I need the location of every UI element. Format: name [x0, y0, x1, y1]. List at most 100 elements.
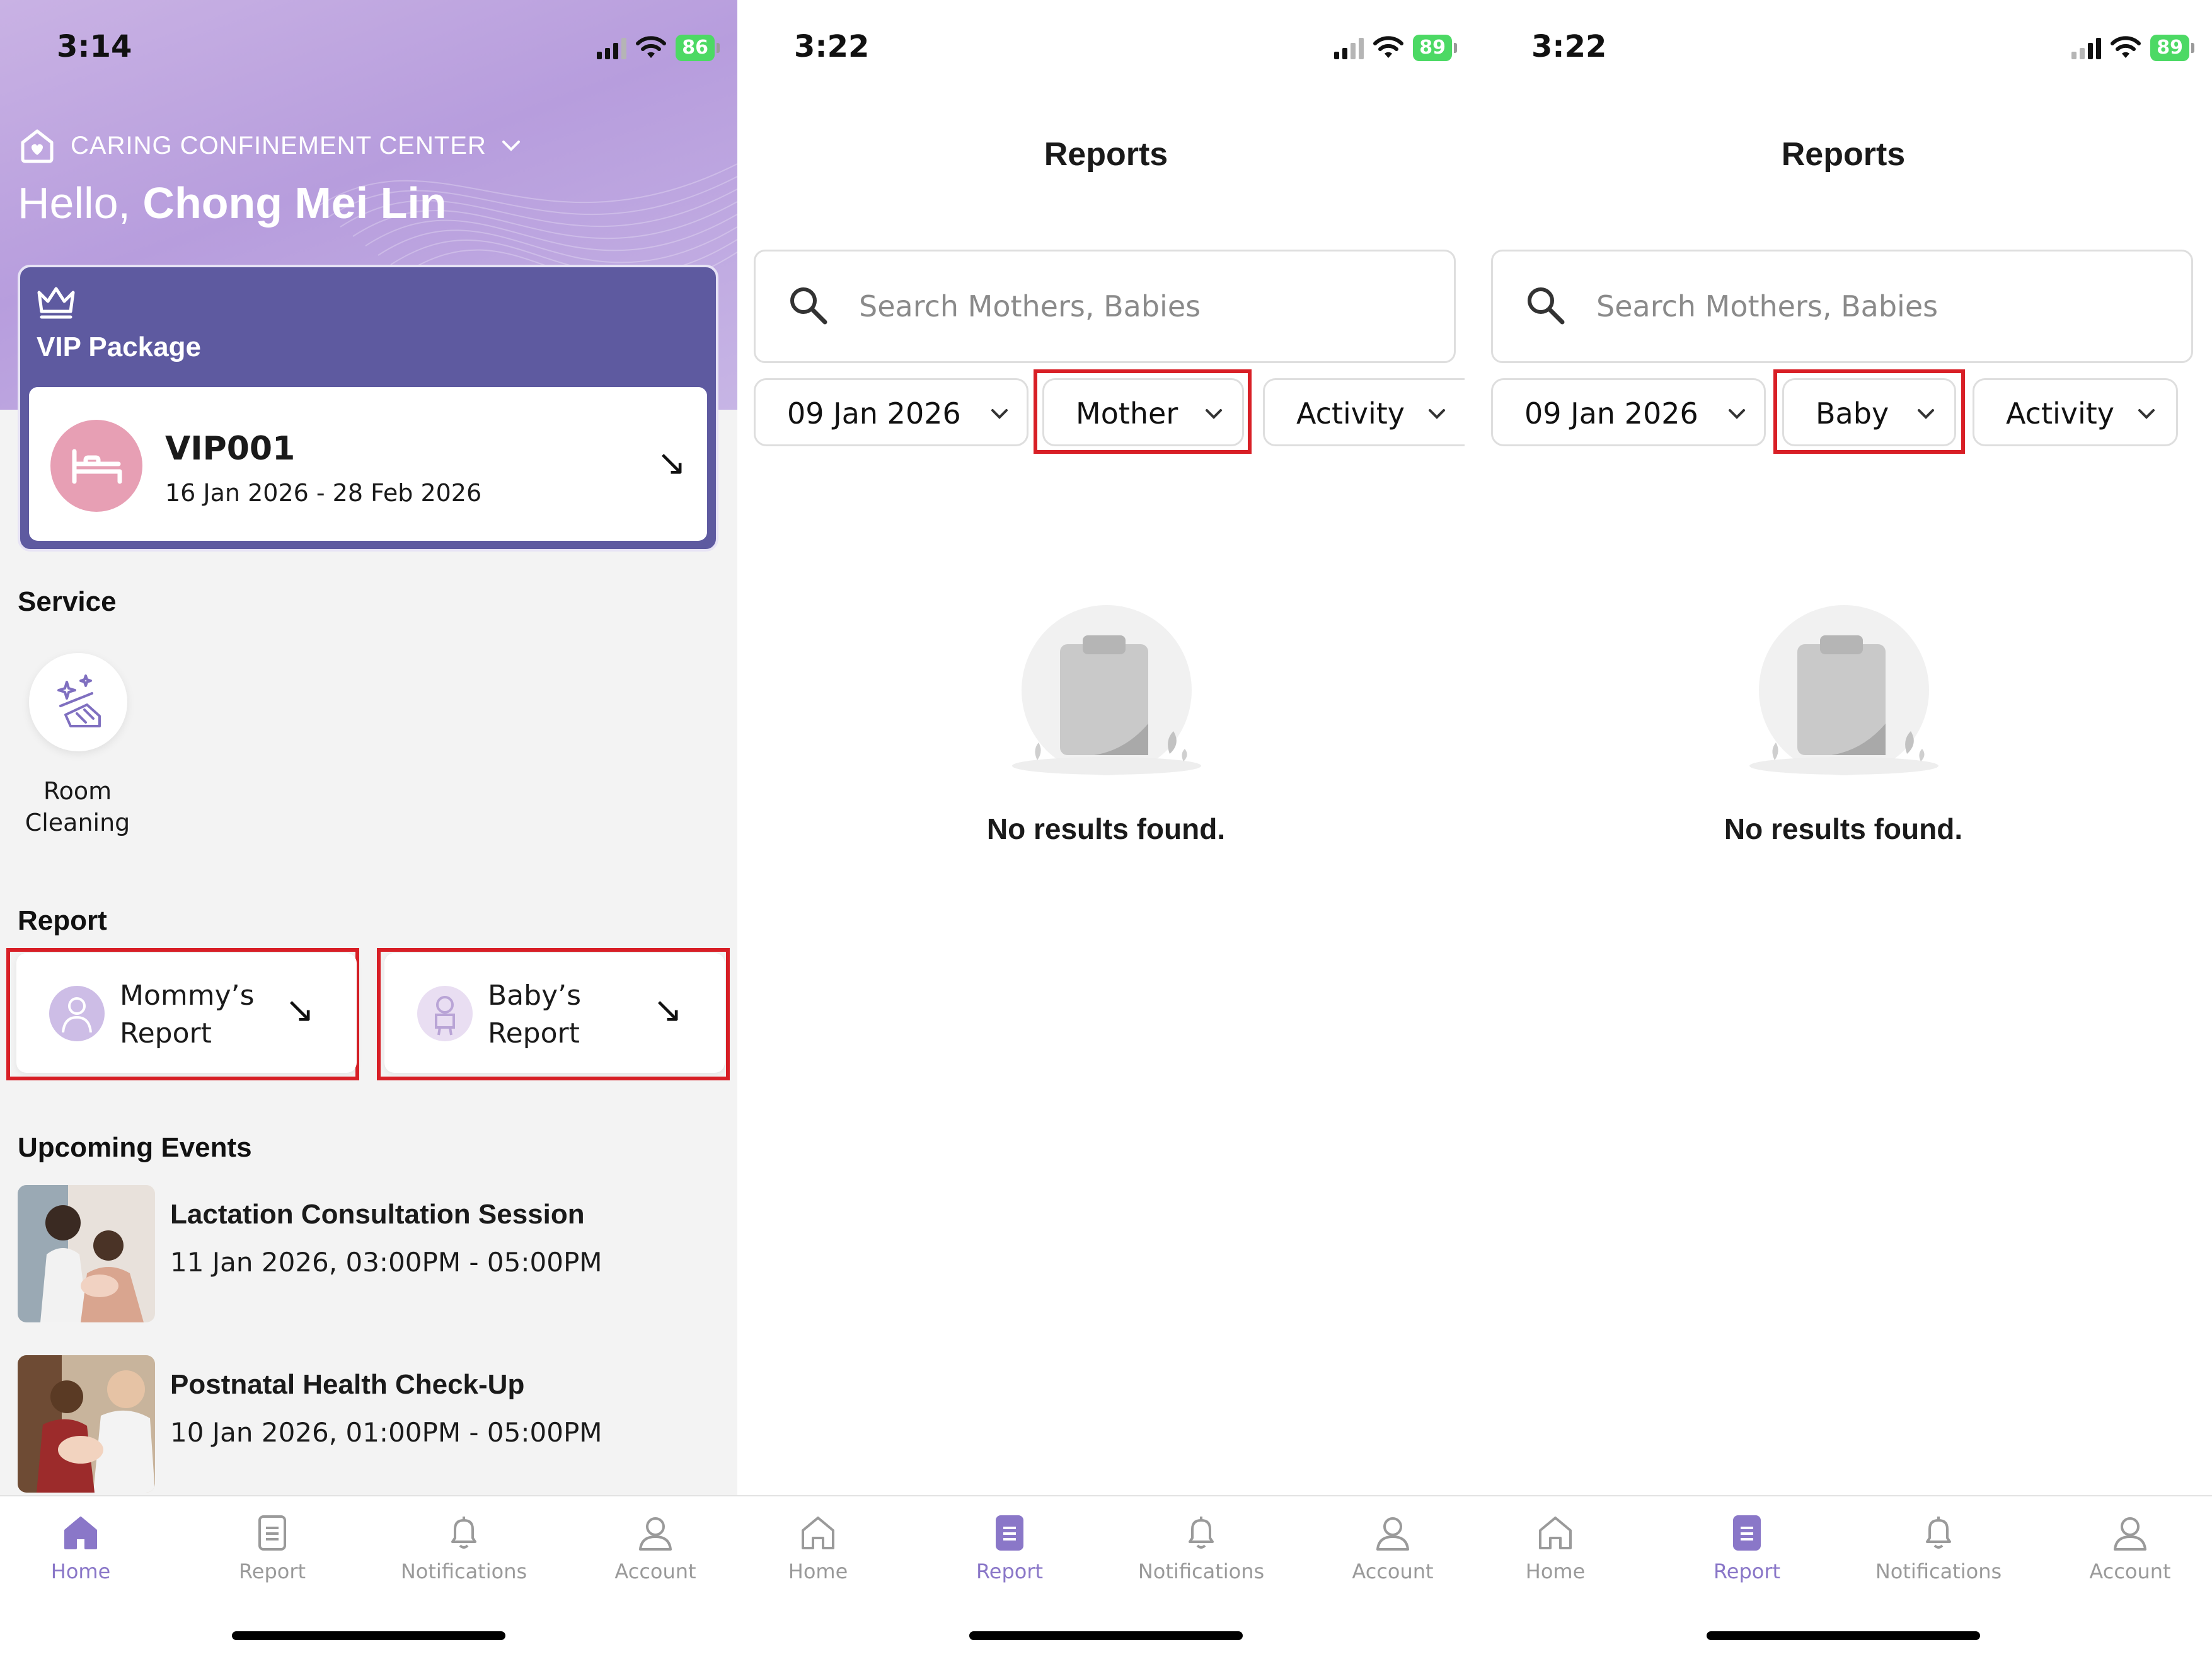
nav-home[interactable]: Home	[749, 1513, 887, 1583]
room-cleaning-button[interactable]	[29, 653, 127, 751]
center-selector[interactable]: CARING CONFINEMENT CENTER	[18, 126, 522, 165]
greeting-text: Hello,	[18, 178, 130, 228]
signal-icon	[597, 37, 627, 59]
status-time: 3:22	[1531, 29, 1607, 64]
status-time: 3:22	[794, 29, 870, 64]
service-title: Service	[18, 586, 117, 617]
mommys-report-label: Mommy’s Report	[120, 980, 255, 1049]
reports-baby-screen: 3:22 89 Reports Search Mothers, Babies 0…	[1475, 0, 2212, 1659]
report-title: Report	[18, 905, 107, 936]
nav-report[interactable]: Report	[940, 1513, 1079, 1583]
event-thumbnail	[18, 1185, 155, 1322]
bell-icon	[1926, 1517, 1951, 1549]
nav-notifications[interactable]: Notifications	[395, 1513, 533, 1583]
search-icon	[1528, 287, 1565, 325]
room-cleaning-icon	[57, 674, 101, 727]
bell-icon	[1189, 1517, 1214, 1549]
report-icon	[258, 1515, 286, 1551]
event-time: 11 Jan 2026, 03:00PM - 05:00PM	[170, 1247, 602, 1278]
chevron-down-icon	[1729, 409, 1745, 419]
nav-account-label: Account	[1352, 1559, 1434, 1583]
search-icon	[790, 287, 827, 325]
event-time: 10 Jan 2026, 01:00PM - 05:00PM	[170, 1417, 602, 1448]
nav-notifications-label: Notifications	[400, 1559, 527, 1583]
chevron-down-icon	[1429, 409, 1445, 419]
account-icon	[2114, 1517, 2146, 1551]
wifi-icon	[1373, 36, 1404, 58]
arrow-down-right-icon: ↘	[653, 990, 683, 1031]
account-icon	[1376, 1517, 1409, 1551]
empty-state-text: No results found.	[1724, 812, 1963, 845]
nav-report-label: Report	[976, 1559, 1044, 1583]
battery-indicator: 89	[2150, 35, 2194, 61]
nav-notifications[interactable]: Notifications	[1869, 1513, 2008, 1583]
nav-home-label: Home	[1525, 1559, 1586, 1583]
event-title: Postnatal Health Check-Up	[170, 1369, 525, 1400]
home-icon	[64, 1517, 97, 1549]
home-indicator	[1707, 1631, 1980, 1640]
nav-notifications-label: Notifications	[1875, 1559, 2002, 1583]
signal-icon	[2071, 37, 2102, 59]
nav-home-label: Home	[788, 1559, 848, 1583]
event-title: Lactation Consultation Session	[170, 1199, 585, 1230]
date-filter-value: 09 Jan 2026	[787, 396, 961, 431]
package-dates: 16 Jan 2026 - 28 Feb 2026	[165, 479, 482, 507]
mother-icon	[49, 986, 105, 1041]
chevron-down-icon	[2138, 409, 2155, 419]
bell-icon	[451, 1517, 476, 1549]
chevron-down-icon	[502, 141, 520, 151]
status-time: 3:14	[57, 29, 132, 64]
nav-report[interactable]: Report	[1678, 1513, 1816, 1583]
search-input[interactable]: Search Mothers, Babies	[1491, 250, 2193, 363]
vip-package-card[interactable]: VIP Package VIP001 16 Jan 2026 - 28 Feb …	[18, 265, 718, 552]
nav-report-label: Report	[1713, 1559, 1781, 1583]
nav-account[interactable]: Account	[1323, 1513, 1462, 1583]
crown-icon	[37, 287, 75, 319]
status-bar: 3:14 86	[0, 0, 737, 95]
babys-report-card[interactable]: Baby’s Report ↘	[384, 953, 725, 1073]
event-item[interactable]: Postnatal Health Check-Up 10 Jan 2026, 0…	[18, 1355, 717, 1494]
mommys-report-card[interactable]: Mommy’s Report ↘	[16, 953, 357, 1073]
nav-home[interactable]: Home	[11, 1513, 150, 1583]
home-icon	[802, 1517, 834, 1549]
vip-package-details[interactable]: VIP001 16 Jan 2026 - 28 Feb 2026 ↘	[29, 387, 707, 541]
status-bar: 3:22 89	[1475, 0, 2212, 95]
nav-account[interactable]: Account	[2061, 1513, 2199, 1583]
center-name: CARING CONFINEMENT CENTER	[71, 131, 487, 159]
report-icon	[1733, 1515, 1761, 1551]
package-code: VIP001	[165, 430, 296, 468]
bed-icon	[72, 449, 122, 484]
user-name: Chong Mei Lin	[142, 178, 447, 228]
nav-notifications[interactable]: Notifications	[1132, 1513, 1270, 1583]
event-item[interactable]: Lactation Consultation Session 11 Jan 20…	[18, 1185, 717, 1324]
nav-home[interactable]: Home	[1486, 1513, 1625, 1583]
search-placeholder: Search Mothers, Babies	[859, 289, 1201, 323]
home-heart-icon	[21, 129, 54, 163]
upcoming-events-title: Upcoming Events	[18, 1132, 252, 1163]
chevron-down-icon	[991, 409, 1008, 419]
page-title: Reports	[1044, 136, 1168, 173]
signal-icon	[1334, 37, 1364, 59]
nav-account-label: Account	[2089, 1559, 2171, 1583]
vip-package-title: VIP Package	[37, 332, 201, 362]
type-filter-value: Mother	[1076, 396, 1178, 431]
nav-account[interactable]: Account	[586, 1513, 725, 1583]
baby-icon	[417, 986, 473, 1041]
bottom-navigation: Home Report Notifications Account	[1475, 1495, 2212, 1659]
date-filter-dropdown[interactable]: 09 Jan 2026	[754, 378, 1028, 446]
category-filter-dropdown[interactable]: Activity	[1263, 378, 1465, 446]
nav-notifications-label: Notifications	[1138, 1559, 1265, 1583]
category-filter-value: Activity	[1296, 396, 1405, 431]
date-filter-value: 09 Jan 2026	[1524, 396, 1698, 431]
category-filter-dropdown[interactable]: Activity	[1973, 378, 2178, 446]
nav-report[interactable]: Report	[203, 1513, 342, 1583]
date-filter-dropdown[interactable]: 09 Jan 2026	[1491, 378, 1766, 446]
nav-home-label: Home	[50, 1559, 111, 1583]
type-filter-dropdown[interactable]: Mother	[1042, 378, 1244, 446]
type-filter-dropdown[interactable]: Baby	[1782, 378, 1956, 446]
babys-report-label: Baby’s Report	[488, 980, 582, 1049]
bottom-navigation: Home Report Notifications Account	[0, 1495, 737, 1659]
bed-avatar	[50, 420, 142, 512]
search-input[interactable]: Search Mothers, Babies	[754, 250, 1456, 363]
home-indicator	[969, 1631, 1243, 1640]
